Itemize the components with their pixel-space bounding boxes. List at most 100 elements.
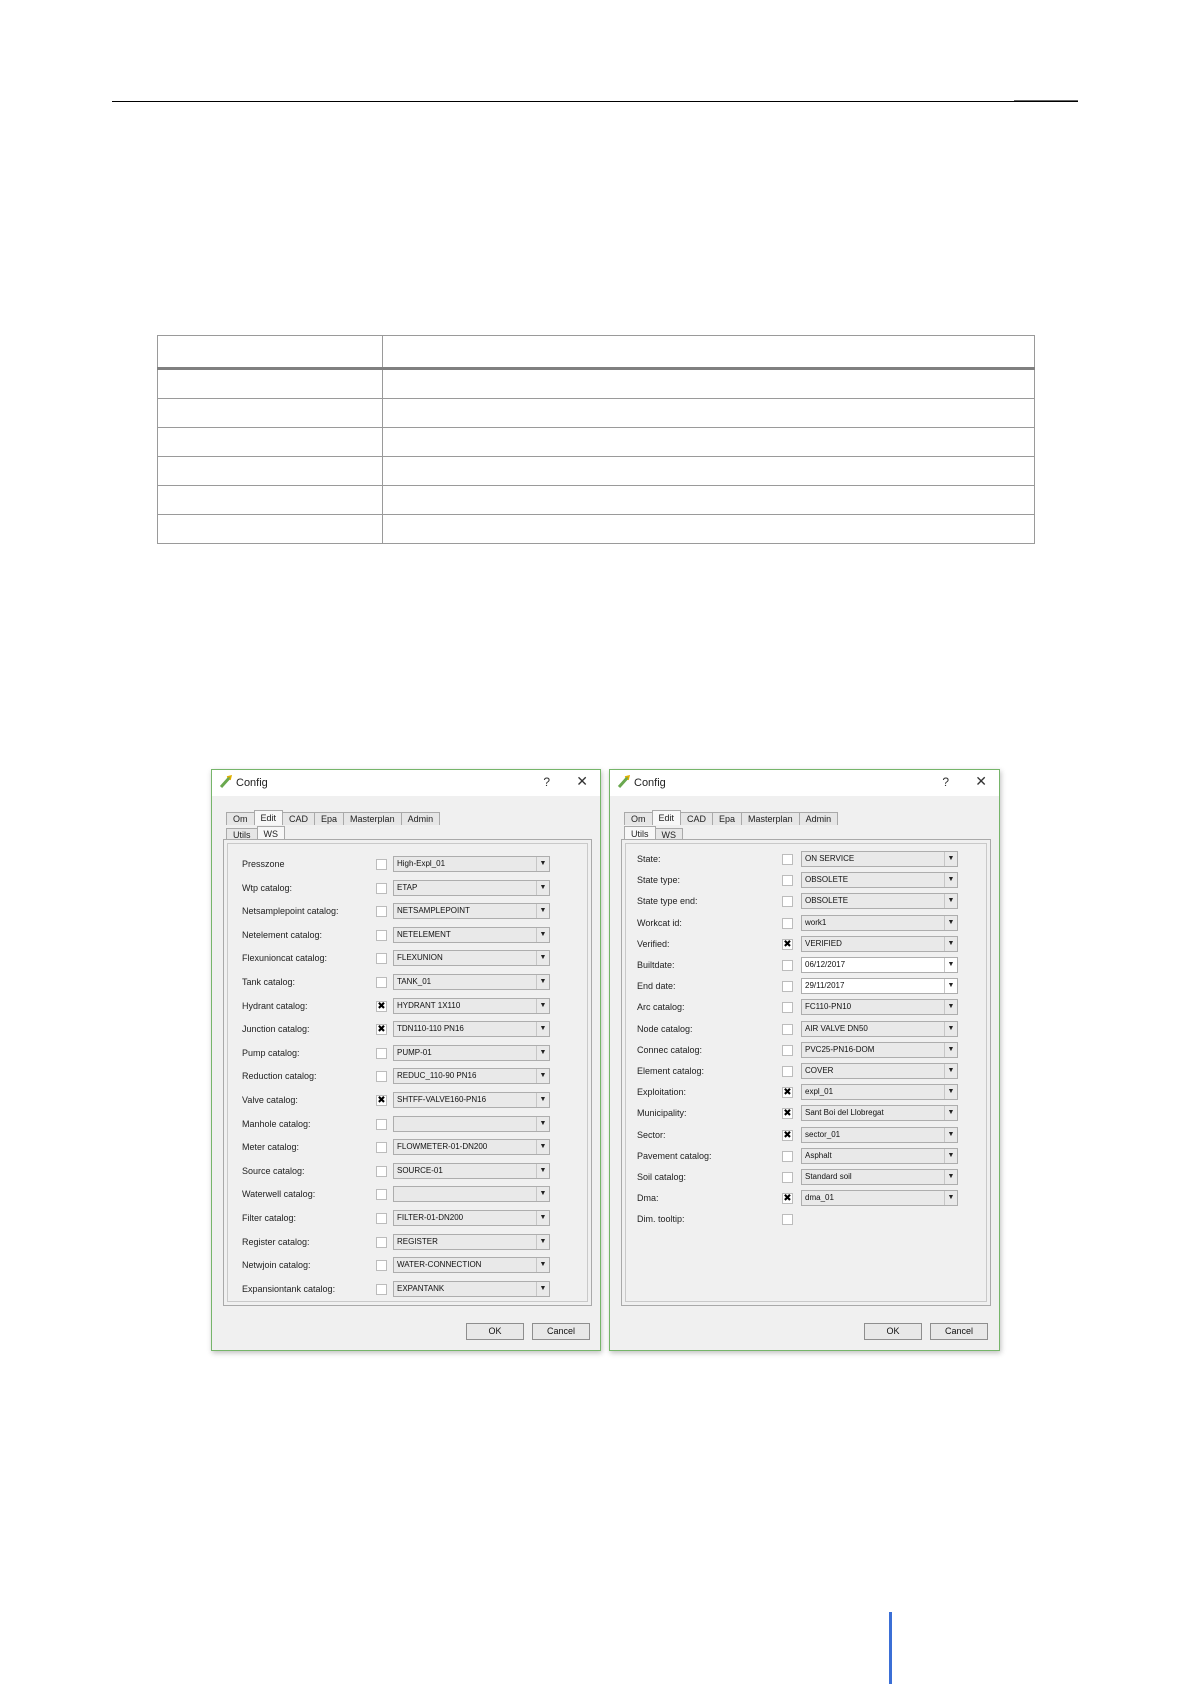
cancel-button[interactable]: Cancel [532,1323,590,1340]
field-checkbox[interactable] [376,1189,387,1201]
field-checkbox[interactable] [782,854,793,865]
dropdown-arrow-icon[interactable]: ▼ [944,852,957,866]
field-checkbox[interactable]: ✖ [376,1000,387,1012]
field-combobox[interactable]: SOURCE-01 ▼ [393,1162,550,1179]
field-combobox[interactable]: TANK_01 ▼ [393,974,550,990]
field-checkbox[interactable]: ✖ [782,1193,793,1205]
field-checkbox[interactable] [376,1071,387,1083]
field-combobox[interactable]: sector_01 ▼ [801,1126,958,1143]
field-checkbox[interactable] [782,960,793,971]
field-combobox[interactable]: ▼ [393,1186,550,1203]
dropdown-arrow-icon[interactable]: ▼ [536,998,549,1013]
field-checkbox[interactable] [376,906,387,918]
field-combobox[interactable]: VERIFIED ▼ [801,935,958,952]
field-checkbox[interactable] [782,1066,793,1077]
field-combobox[interactable]: OBSOLETE ▼ [801,872,958,889]
dropdown-arrow-icon[interactable]: ▼ [944,894,957,909]
field-combobox[interactable]: 06/12/2017 ▼ [801,957,958,973]
field-combobox[interactable]: FC110-PN10 ▼ [801,999,958,1016]
tab-admin[interactable]: Admin [798,812,839,825]
tab-edit[interactable]: Edit [253,810,284,825]
dropdown-arrow-icon[interactable]: ▼ [944,1042,957,1057]
dropdown-arrow-icon[interactable]: ▼ [536,1258,549,1273]
field-combobox[interactable]: COVER ▼ [801,1063,958,1079]
field-checkbox[interactable]: ✖ [782,1108,793,1120]
field-combobox[interactable]: REDUC_110-90 PN16 ▼ [393,1068,550,1085]
field-checkbox[interactable] [782,875,793,887]
dropdown-arrow-icon[interactable]: ▼ [536,1093,549,1107]
dropdown-arrow-icon[interactable]: ▼ [944,1148,957,1163]
field-combobox[interactable]: 29/11/2017 ▼ [801,978,958,995]
field-combobox[interactable]: High-Expl_01 ▼ [393,856,550,872]
tab-cad[interactable]: CAD [680,812,714,825]
field-combobox[interactable]: FLOWMETER-01-DN200 ▼ [393,1139,550,1156]
dropdown-arrow-icon[interactable]: ▼ [536,951,549,966]
field-checkbox[interactable] [782,1002,793,1014]
tab-edit[interactable]: Edit [651,810,682,825]
dropdown-arrow-icon[interactable]: ▼ [944,1085,957,1100]
field-combobox[interactable]: Standard soil ▼ [801,1169,958,1185]
field-checkbox[interactable] [376,1165,387,1177]
dropdown-arrow-icon[interactable]: ▼ [944,1170,957,1184]
tab-epa[interactable]: Epa [314,812,345,825]
field-checkbox[interactable]: ✖ [782,1087,793,1099]
field-checkbox[interactable] [376,1236,387,1248]
dropdown-arrow-icon[interactable]: ▼ [536,927,549,942]
field-combobox[interactable]: PUMP-01 ▼ [393,1044,550,1061]
field-checkbox[interactable] [782,917,793,929]
dropdown-arrow-icon[interactable]: ▼ [536,857,549,871]
field-combobox[interactable]: ▼ [393,1115,550,1132]
field-checkbox[interactable] [782,1214,793,1226]
field-combobox[interactable]: ON SERVICE ▼ [801,851,958,867]
field-checkbox[interactable] [782,1044,793,1056]
field-combobox[interactable]: dma_01 ▼ [801,1190,958,1207]
dropdown-arrow-icon[interactable]: ▼ [536,1211,549,1225]
field-checkbox[interactable] [376,953,387,965]
field-checkbox[interactable] [376,1142,387,1154]
field-checkbox[interactable] [376,1213,387,1224]
tab-om[interactable]: Om [226,812,255,825]
field-checkbox[interactable] [376,929,387,941]
dropdown-arrow-icon[interactable]: ▼ [536,1140,549,1155]
tab-epa[interactable]: Epa [712,812,743,825]
dropdown-arrow-icon[interactable]: ▼ [536,1022,549,1037]
field-combobox[interactable]: PVC25-PN16-DOM ▼ [801,1041,958,1058]
field-combobox[interactable]: Sant Boi del Llobregat ▼ [801,1105,958,1122]
field-combobox[interactable]: Asphalt ▼ [801,1147,958,1164]
dropdown-arrow-icon[interactable]: ▼ [944,1064,957,1078]
field-checkbox[interactable] [782,981,793,993]
field-combobox[interactable]: WATER-CONNECTION ▼ [393,1257,550,1274]
field-combobox[interactable]: REGISTER ▼ [393,1233,550,1250]
help-button[interactable]: ? [942,775,949,789]
field-combobox[interactable]: SHTFF-VALVE160-PN16 ▼ [393,1092,550,1108]
dropdown-arrow-icon[interactable]: ▼ [944,873,957,888]
ok-button[interactable]: OK [864,1323,922,1340]
tab-masterplan[interactable]: Masterplan [343,812,402,825]
field-combobox[interactable]: expl_01 ▼ [801,1084,958,1101]
field-checkbox[interactable] [782,1150,793,1162]
tab-masterplan[interactable]: Masterplan [741,812,800,825]
dropdown-arrow-icon[interactable]: ▼ [536,1163,549,1178]
dropdown-arrow-icon[interactable]: ▼ [944,1191,957,1206]
field-checkbox[interactable] [376,977,387,988]
dropdown-arrow-icon[interactable]: ▼ [944,1127,957,1142]
field-checkbox[interactable] [376,1260,387,1272]
dropdown-arrow-icon[interactable]: ▼ [944,1021,957,1036]
field-checkbox[interactable] [376,1047,387,1059]
field-combobox[interactable]: ETAP ▼ [393,879,550,896]
close-button[interactable]: ✕ [576,773,588,790]
dropdown-arrow-icon[interactable]: ▼ [536,1234,549,1249]
field-combobox[interactable]: FILTER-01-DN200 ▼ [393,1210,550,1226]
field-combobox[interactable]: OBSOLETE ▼ [801,893,958,910]
dropdown-arrow-icon[interactable]: ▼ [536,904,549,919]
field-combobox[interactable]: EXPANTANK ▼ [393,1280,550,1297]
tab-admin[interactable]: Admin [400,812,441,825]
close-button[interactable]: ✕ [975,773,987,790]
field-combobox[interactable]: AIR VALVE DN50 ▼ [801,1020,958,1037]
dropdown-arrow-icon[interactable]: ▼ [944,1000,957,1015]
dropdown-arrow-icon[interactable]: ▼ [536,1281,549,1296]
dropdown-arrow-icon[interactable]: ▼ [944,958,957,972]
field-combobox[interactable]: NETELEMENT ▼ [393,926,550,943]
dropdown-arrow-icon[interactable]: ▼ [536,880,549,895]
dropdown-arrow-icon[interactable]: ▼ [944,915,957,930]
